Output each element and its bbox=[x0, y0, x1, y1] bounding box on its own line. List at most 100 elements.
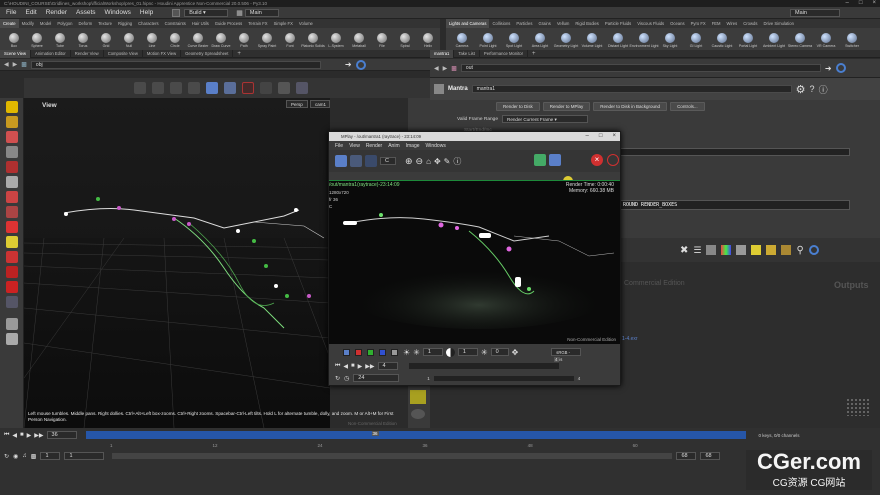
mplay-render-view[interactable]: /out/mantra1(raytrace)-23:14:09 1280x720… bbox=[329, 180, 620, 344]
compare-icon[interactable] bbox=[350, 155, 362, 167]
channel-dropdown[interactable]: C bbox=[380, 157, 396, 165]
step-back-icon[interactable]: ◀ bbox=[12, 432, 17, 439]
shelf-tool-sky-light[interactable]: Sky Light bbox=[660, 31, 680, 48]
range-icon[interactable]: ▩ bbox=[31, 453, 37, 460]
scene-dropdown[interactable]: Main bbox=[244, 8, 279, 17]
add-tab-icon[interactable]: + bbox=[237, 51, 241, 57]
shelf-tool-area-light[interactable]: Area Light bbox=[530, 31, 550, 48]
end-frame-field-2[interactable]: 68 bbox=[700, 452, 721, 460]
gamma-icon[interactable]: ✳ bbox=[413, 348, 420, 357]
scene-viewport[interactable]: View Persp cam1 bbox=[24, 98, 330, 428]
grid-view-icon[interactable] bbox=[736, 245, 747, 255]
view-tool-icon[interactable] bbox=[5, 191, 18, 203]
snap-icon[interactable] bbox=[206, 82, 218, 94]
shelf-tool-geometry-light[interactable]: Geometry Light bbox=[554, 31, 578, 48]
audio-icon[interactable]: ♫ bbox=[22, 453, 27, 459]
param-field-1[interactable] bbox=[620, 148, 850, 156]
back-arrow-icon[interactable]: ◀ bbox=[434, 65, 439, 72]
select-arrow-icon[interactable] bbox=[5, 101, 18, 113]
view-mode-icon[interactable] bbox=[335, 155, 347, 167]
mplay-menu-view[interactable]: View bbox=[349, 143, 360, 149]
vector-icon[interactable]: ✥ bbox=[512, 348, 519, 357]
shelf-tab[interactable]: Texture bbox=[95, 19, 115, 28]
offset-field[interactable]: 0 bbox=[490, 348, 509, 356]
close-icon[interactable]: × bbox=[612, 132, 616, 141]
shelf-tool-torus[interactable]: Torus bbox=[73, 31, 93, 48]
magnet-icon[interactable] bbox=[5, 281, 18, 293]
link-icon[interactable] bbox=[835, 63, 846, 73]
link-icon[interactable] bbox=[355, 59, 366, 70]
shelf-tool-caustic-light[interactable]: Caustic Light bbox=[712, 31, 732, 48]
left-path-field[interactable]: obj bbox=[30, 60, 321, 69]
forward-arrow-icon[interactable]: ▶ bbox=[443, 65, 448, 72]
next-frame-icon[interactable]: ▶▶ bbox=[365, 363, 374, 370]
mplay-menu-render[interactable]: Render bbox=[366, 143, 382, 149]
shelf-tool-env-light[interactable]: Environment Light bbox=[630, 31, 658, 48]
shelf-tool-sphere[interactable]: Sphere bbox=[27, 31, 47, 48]
shelf-tab[interactable]: Terrain FX bbox=[245, 19, 270, 28]
render-to-disk-background-button[interactable]: Render to Disk in Background bbox=[593, 102, 668, 111]
shelf-tab-create[interactable]: Create bbox=[0, 19, 19, 28]
palette-icon[interactable] bbox=[721, 245, 732, 255]
shelf-tab[interactable]: Pyro FX bbox=[688, 19, 709, 28]
color-blue-icon[interactable] bbox=[379, 348, 386, 356]
fps-field[interactable]: 24 bbox=[353, 374, 400, 382]
link-icon[interactable] bbox=[808, 245, 819, 255]
rotate-icon[interactable] bbox=[5, 221, 18, 233]
grid-tool-icon[interactable] bbox=[5, 266, 18, 278]
paint-icon[interactable] bbox=[5, 318, 18, 330]
pose-icon[interactable] bbox=[5, 176, 18, 188]
shelf-tool-spiral[interactable]: Spiral bbox=[395, 31, 415, 48]
shelf-tab[interactable]: Rigging bbox=[115, 19, 135, 28]
handle-tool-icon[interactable] bbox=[170, 82, 182, 94]
render-icon[interactable] bbox=[296, 82, 308, 94]
render-to-mplay-button[interactable]: Render to MPlay bbox=[542, 102, 591, 111]
shelf-tool-platonic[interactable]: Platonic Solids bbox=[301, 31, 325, 48]
shelf-tool-font[interactable]: Font bbox=[280, 31, 300, 48]
shelf-tool-grid[interactable]: Grid bbox=[96, 31, 116, 48]
shelf-tool-circle[interactable]: Circle bbox=[165, 31, 185, 48]
stop-render-icon[interactable]: × bbox=[591, 154, 603, 166]
shelf-tool-spot-light[interactable]: Spot Light bbox=[504, 31, 524, 48]
shelf-tool-helix[interactable]: Helix bbox=[418, 31, 438, 48]
info-icon[interactable]: ⓘ bbox=[819, 83, 828, 96]
end-frame-field[interactable]: 68 bbox=[676, 452, 697, 460]
shelf-tab[interactable]: Polygon bbox=[54, 19, 75, 28]
display-layout-icon[interactable] bbox=[410, 390, 426, 404]
color-red-icon[interactable] bbox=[355, 348, 362, 356]
jump-start-icon[interactable]: ⏮ bbox=[4, 432, 9, 439]
lock-icon[interactable] bbox=[260, 82, 272, 94]
pin-icon[interactable]: ➜ bbox=[345, 60, 352, 69]
shelf-tool-draw-curve[interactable]: Draw Curve bbox=[211, 31, 231, 48]
forward-arrow-icon[interactable]: ▶ bbox=[13, 61, 18, 68]
shelf-tool-volume-light[interactable]: Volume Light bbox=[582, 31, 602, 48]
shelf-tool-path[interactable]: Path bbox=[234, 31, 254, 48]
record-icon[interactable] bbox=[242, 82, 254, 94]
shelf-tab[interactable]: Particles bbox=[513, 19, 535, 28]
start-frame-field[interactable]: 1 bbox=[40, 452, 61, 460]
loop-icon[interactable]: ↻ bbox=[335, 375, 340, 382]
colorspace-dropdown[interactable]: sRGB - Dis bbox=[551, 348, 582, 362]
exposure-icon[interactable]: ☀ bbox=[403, 348, 410, 357]
stop-icon[interactable]: ■ bbox=[351, 363, 355, 369]
shelf-tab[interactable]: Simple FX bbox=[271, 19, 296, 28]
zoom-in-icon[interactable]: ⊕ bbox=[405, 156, 413, 167]
eyedropper-icon[interactable]: ✎ bbox=[444, 157, 451, 166]
desktop-grid-icon[interactable] bbox=[172, 8, 181, 17]
realtime-icon[interactable]: ◷ bbox=[344, 375, 349, 382]
shelf-tab[interactable]: Viscous Fluids bbox=[634, 19, 667, 28]
shelf-tool-ambient-light[interactable]: Ambient Light bbox=[763, 31, 785, 48]
view-camera-icon[interactable] bbox=[5, 296, 18, 308]
shelf-tab[interactable]: Constraints bbox=[162, 19, 189, 28]
brush-tool-icon[interactable] bbox=[188, 82, 200, 94]
tab-render-view[interactable]: Render View bbox=[71, 49, 104, 58]
shelf-tab[interactable]: Hair Utils bbox=[189, 19, 212, 28]
shelf-tab[interactable]: Grains bbox=[535, 19, 553, 28]
snapshot-icon[interactable] bbox=[534, 154, 546, 166]
shelf-tool-distant-light[interactable]: Distant Light bbox=[608, 31, 628, 48]
color-alpha-icon[interactable] bbox=[391, 348, 398, 356]
select-tool-icon[interactable] bbox=[134, 82, 146, 94]
back-arrow-icon[interactable]: ◀ bbox=[4, 61, 9, 68]
home-icon[interactable]: ⌂ bbox=[426, 157, 431, 166]
shelf-tool-camera[interactable]: Camera bbox=[452, 31, 472, 48]
